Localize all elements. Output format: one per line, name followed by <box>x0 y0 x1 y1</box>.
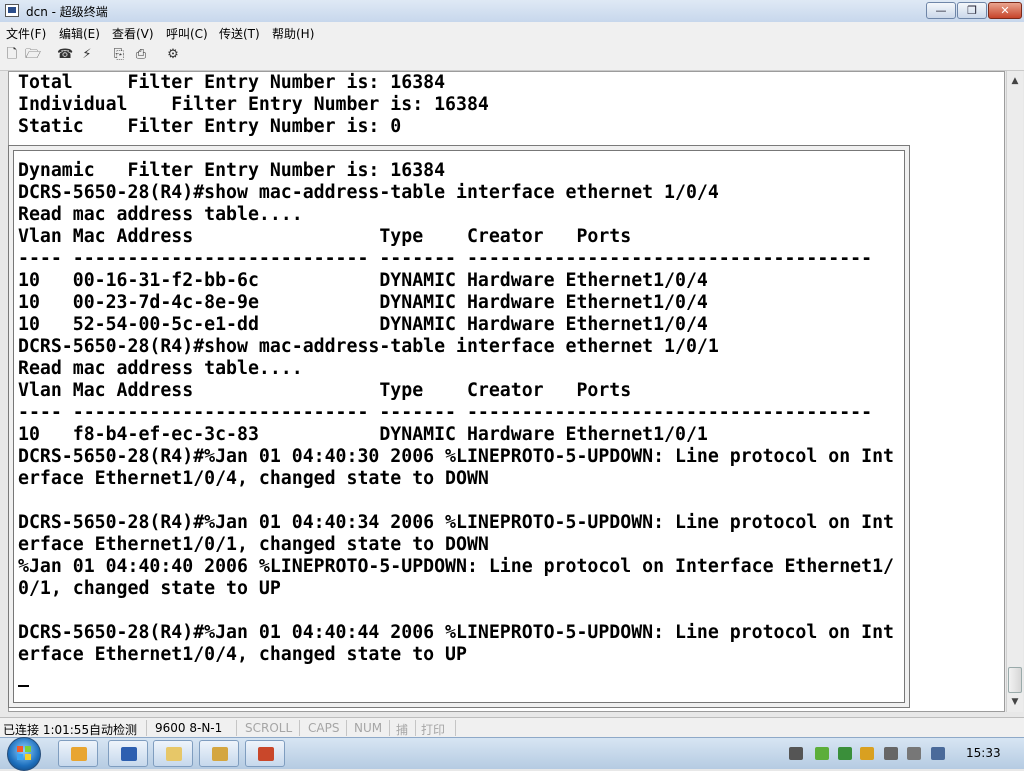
shield-icon[interactable] <box>838 747 852 760</box>
open-icon[interactable]: 🗁 <box>25 47 41 63</box>
taskbar: 15:33 <box>0 737 1024 771</box>
send-icon[interactable]: ⎘ <box>111 47 127 63</box>
menu-help[interactable]: 帮助(H) <box>272 25 314 42</box>
start-button[interactable] <box>7 737 41 771</box>
menu-call[interactable]: 呼叫(C) <box>166 25 208 42</box>
flag-icon[interactable] <box>907 747 921 760</box>
clock[interactable]: 15:33 <box>966 746 1001 760</box>
status-caps: CAPS <box>308 721 340 735</box>
scroll-up-icon[interactable]: ▲ <box>1007 73 1023 89</box>
volume-icon[interactable] <box>931 747 945 760</box>
status-settings: 9600 8-N-1 <box>155 721 223 735</box>
status-separator <box>299 720 300 736</box>
status-separator <box>146 720 147 736</box>
title-bar: dcn - 超级终端 — ❐ ✕ <box>0 0 1024 23</box>
device-icon[interactable] <box>884 747 898 760</box>
powerpoint-icon[interactable] <box>245 740 285 767</box>
receive-icon[interactable]: ⎙ <box>133 47 149 63</box>
properties-icon[interactable]: ⚙ <box>165 47 181 63</box>
status-capture: 捕 <box>396 723 409 737</box>
menu-bar: 文件(F) 编辑(E) 查看(V) 呼叫(C) 传送(T) 帮助(H) <box>0 22 1024 42</box>
vertical-scrollbar[interactable]: ▲ ▼ <box>1006 71 1023 712</box>
film-icon[interactable] <box>789 747 803 760</box>
menu-file[interactable]: 文件(F) <box>6 25 46 42</box>
network-icon[interactable] <box>815 747 829 760</box>
status-separator <box>415 720 416 736</box>
menu-edit[interactable]: 编辑(E) <box>59 25 100 42</box>
scroll-thumb[interactable] <box>1008 667 1022 693</box>
status-num: NUM <box>354 721 383 735</box>
status-detect: 自动检测 <box>89 723 138 737</box>
status-separator <box>389 720 390 736</box>
security-icon[interactable] <box>860 747 874 760</box>
disconnect-icon[interactable]: ⚡ <box>79 47 95 63</box>
window-title: dcn - 超级终端 <box>26 5 108 19</box>
explorer-icon[interactable] <box>153 740 193 767</box>
status-separator <box>455 720 456 736</box>
status-separator <box>346 720 347 736</box>
terminal-output: Dynamic Filter Entry Number is: 16384 DC… <box>18 160 894 665</box>
phone-icon[interactable]: ☎ <box>57 47 73 63</box>
minimize-button[interactable]: — <box>926 2 956 19</box>
scroll-down-icon[interactable]: ▼ <box>1007 694 1023 710</box>
app-icon[interactable] <box>5 4 19 17</box>
hyperterminal-icon[interactable] <box>199 740 239 767</box>
ie-icon[interactable] <box>58 740 98 767</box>
menu-view[interactable]: 查看(V) <box>112 25 154 42</box>
menu-transfer[interactable]: 传送(T) <box>219 25 260 42</box>
new-icon[interactable]: 🗋 <box>4 47 20 63</box>
terminal-cursor <box>18 685 29 687</box>
close-button[interactable]: ✕ <box>988 2 1022 19</box>
toolbar: 🗋 🗁 ☎ ⚡ ⎘ ⎙ ⚙ <box>0 42 1024 71</box>
word-icon[interactable] <box>108 740 148 767</box>
status-connection: 已连接 1:01:55 <box>3 723 90 737</box>
status-print: 打印 <box>421 723 446 737</box>
terminal-output-top: Total Filter Entry Number is: 16384 Indi… <box>18 72 489 137</box>
status-scroll: SCROLL <box>245 721 293 735</box>
status-separator <box>236 720 237 736</box>
status-bar: 已连接 1:01:55 自动检测 9600 8-N-1 SCROLL CAPS … <box>0 717 1024 738</box>
maximize-button[interactable]: ❐ <box>957 2 987 19</box>
